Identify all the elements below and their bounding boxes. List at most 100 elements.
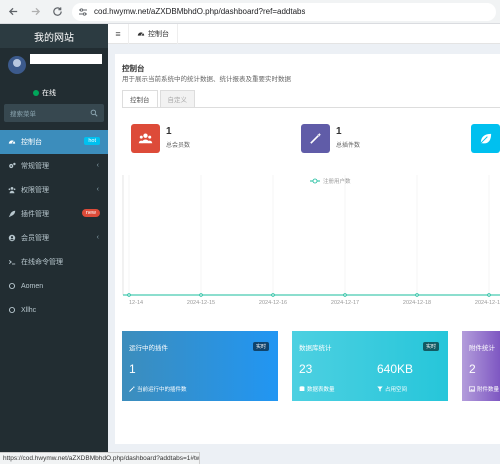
info-value: 640KB xyxy=(377,362,414,376)
sidebar-item-dashboard[interactable]: 控制台 hot xyxy=(0,130,108,154)
tab-dashboard-panel[interactable]: 控制台 xyxy=(122,90,158,107)
sidebar-item-label: 插件管理 xyxy=(21,211,49,218)
browser-toolbar: cod.hwymw.net/aZXDBMbhdO.php/dashboard?r… xyxy=(0,0,500,24)
sidebar-item-label: 在线命令管理 xyxy=(21,259,63,266)
tab-label: 控制台 xyxy=(148,30,169,38)
x-tick-label: 12-14 xyxy=(129,300,143,306)
sidebar-item-xllhc[interactable]: Xllhc xyxy=(0,298,108,322)
data-point xyxy=(343,293,347,297)
stat-label: 总会员数 xyxy=(166,143,191,149)
info-sub-label: 附件数量 xyxy=(477,387,500,393)
forward-icon[interactable] xyxy=(28,5,42,19)
menu-search-input[interactable]: 搜索菜单 xyxy=(10,108,36,118)
chevron-left-icon: ‹ xyxy=(96,162,99,169)
sidebar-item-online-command[interactable]: 在线命令管理 xyxy=(0,250,108,274)
tabs-divider xyxy=(122,107,500,108)
circle-icon xyxy=(7,305,17,315)
info-box-running-plugins: 运行中的插件 实时 1 当前运行中的插件数 xyxy=(122,331,278,401)
legend-label: 注册用户数 xyxy=(323,177,351,185)
legend-marker xyxy=(312,178,318,184)
sidebar-item-label: 控制台 xyxy=(21,139,42,146)
sidebar-item-members[interactable]: 会员管理 ‹ xyxy=(0,226,108,250)
search-icon[interactable] xyxy=(90,109,98,117)
rocket-icon xyxy=(7,209,17,219)
sidebar-item-label: Xllhc xyxy=(21,306,37,314)
stat-third xyxy=(471,124,500,153)
sidebar-item-permissions[interactable]: 权限管理 ‹ xyxy=(0,178,108,202)
tab-dashboard[interactable]: 控制台 xyxy=(128,23,178,44)
realtime-badge: 实时 xyxy=(422,342,439,351)
terminal-icon xyxy=(7,257,17,267)
info-sub: 当前运行中的插件数 xyxy=(129,385,187,393)
online-dot-icon xyxy=(33,90,39,96)
stat-label: 总插件数 xyxy=(336,143,361,149)
info-box-attachments: 附件统计 2 附件数量 xyxy=(462,331,500,401)
leaf-icon xyxy=(471,124,500,153)
sidebar-item-aomen[interactable]: Aomen xyxy=(0,274,108,298)
data-point xyxy=(487,293,491,297)
back-icon[interactable] xyxy=(6,5,20,19)
user-panel: 在线 xyxy=(0,48,108,101)
info-sub: 附件数量 xyxy=(469,385,499,393)
image-icon xyxy=(469,386,475,392)
address-bar[interactable]: cod.hwymw.net/aZXDBMbhdO.php/dashboard?r… xyxy=(72,2,496,21)
stat-plugins: 1 总插件数 xyxy=(301,124,360,153)
filter-icon xyxy=(377,386,383,392)
menu-search[interactable]: 搜索菜单 xyxy=(4,104,104,122)
link-status-bar: https://cod.hwymw.net/aZXDBMbhdO.php/das… xyxy=(0,452,200,464)
dashboard-panel: 控制台 用于展示当前系统中的统计数据、统计报表及重要实时数据 控制台 自定义 1… xyxy=(115,54,500,444)
site-logo[interactable]: 我的网站 xyxy=(0,24,108,48)
avatar xyxy=(8,56,26,74)
user-name-redacted xyxy=(30,54,102,64)
chevron-left-icon: ‹ xyxy=(96,186,99,193)
info-value: 23 xyxy=(299,362,313,376)
registrations-chart: 12-14 2024-12-15 2024-12-16 2024-12-17 2024-… xyxy=(122,175,500,306)
user-status-text: 在线 xyxy=(42,90,56,97)
top-header: ≡ 控制台 xyxy=(108,23,500,44)
sidebar-item-general[interactable]: 常规管理 ‹ xyxy=(0,154,108,178)
info-sub-label: 占用空间 xyxy=(385,387,408,393)
info-title: 附件统计 xyxy=(469,345,495,352)
info-box-database: 数据库统计 实时 23 640KB 数据表数量 占用空间 xyxy=(292,331,448,401)
x-tick-label: 2024-12-19 xyxy=(475,300,500,306)
user-status: 在线 xyxy=(33,88,56,98)
menu-toggle-icon[interactable]: ≡ xyxy=(108,24,128,44)
data-point xyxy=(271,293,275,297)
realtime-badge: 实时 xyxy=(252,342,269,351)
sidebar-menu: 控制台 hot 常规管理 ‹ 权限管理 ‹ 插件管理 new 会员管理 ‹ 在线… xyxy=(0,130,108,322)
stat-members: 1 总会员数 xyxy=(131,124,190,153)
magic-icon xyxy=(129,386,135,392)
sidebar-item-label: 常规管理 xyxy=(21,163,49,170)
x-tick-label: 2024-12-18 xyxy=(403,300,431,306)
info-sub: 数据表数量 xyxy=(299,385,335,393)
info-sub-label: 数据表数量 xyxy=(307,387,335,393)
hot-badge: hot xyxy=(84,137,100,145)
info-value: 2 xyxy=(469,362,476,376)
info-title: 数据库统计 xyxy=(299,345,332,352)
tab-custom[interactable]: 自定义 xyxy=(159,90,195,107)
info-sub-label: 当前运行中的插件数 xyxy=(137,387,187,393)
info-value: 1 xyxy=(129,362,136,376)
page-subtitle: 用于展示当前系统中的统计数据、统计报表及重要实时数据 xyxy=(122,76,291,83)
site-settings-icon[interactable] xyxy=(78,7,88,17)
database-icon xyxy=(299,386,305,391)
group-icon xyxy=(7,185,17,195)
sidebar-item-label: Aomen xyxy=(21,282,44,290)
data-point xyxy=(415,293,419,297)
panel-tabs: 控制台 自定义 xyxy=(122,90,195,107)
stat-value: 1 xyxy=(336,126,342,137)
data-point xyxy=(127,293,131,297)
sidebar-item-plugins[interactable]: 插件管理 new xyxy=(0,202,108,226)
info-title: 运行中的插件 xyxy=(129,345,168,352)
sidebar-item-label: 权限管理 xyxy=(21,187,49,194)
user-circle-icon xyxy=(7,233,17,243)
new-badge: new xyxy=(81,209,100,217)
reload-icon[interactable] xyxy=(50,5,64,19)
circle-icon xyxy=(7,281,17,291)
dashboard-icon xyxy=(7,137,17,147)
x-tick-label: 2024-12-16 xyxy=(259,300,287,306)
cogs-icon xyxy=(7,161,17,171)
chevron-left-icon: ‹ xyxy=(96,234,99,241)
sidebar-item-label: 会员管理 xyxy=(21,235,49,242)
url-text: cod.hwymw.net/aZXDBMbhdO.php/dashboard?r… xyxy=(94,7,306,16)
